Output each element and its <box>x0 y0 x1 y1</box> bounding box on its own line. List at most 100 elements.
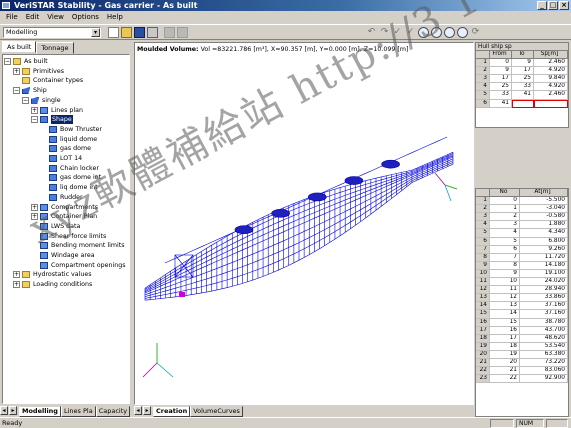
mode-select[interactable]: Modelling ▾ <box>3 27 101 38</box>
expand-icon[interactable]: + <box>31 203 38 211</box>
table-cell[interactable]: 11 <box>490 286 520 295</box>
table-cell[interactable]: 33 <box>512 83 534 92</box>
table-row[interactable]: 14 13 37.160 <box>476 302 568 311</box>
new-document-icon[interactable] <box>108 27 119 38</box>
table-cell[interactable]: 24.020 <box>520 278 568 287</box>
zoom-fit-icon[interactable] <box>457 27 468 38</box>
table-row[interactable]: 8 7 11.720 <box>476 253 568 262</box>
open-folder-icon[interactable] <box>121 27 132 38</box>
tab-modelling[interactable]: Modelling <box>19 406 61 417</box>
table-row[interactable]: 4 3 1.880 <box>476 221 568 230</box>
table-cell[interactable]: 25 <box>490 83 512 92</box>
tree-item[interactable]: Windage area <box>31 251 95 260</box>
close-button[interactable]: × <box>559 1 569 10</box>
table-cell[interactable]: 9 <box>512 59 534 68</box>
tree-item[interactable]: gas dome int <box>40 173 101 182</box>
tree-item[interactable]: liquid dome <box>40 135 97 144</box>
table-row[interactable]: 23 22 92.900 <box>476 375 568 384</box>
tree-item[interactable]: − Ship <box>13 86 47 95</box>
table-cell[interactable]: 17 <box>512 67 534 76</box>
tree-item[interactable]: + Primitives <box>13 67 64 76</box>
table-cell[interactable]: 37.160 <box>520 302 568 311</box>
table-cell[interactable]: 14 <box>490 310 520 319</box>
column-header[interactable]: To <box>512 51 534 60</box>
table-cell[interactable]: 18 <box>490 342 520 351</box>
tree-item[interactable]: + Compartments <box>31 203 98 212</box>
table-row[interactable]: 10 9 19.100 <box>476 269 568 279</box>
table-cell[interactable]: 20 <box>490 358 520 368</box>
table-row[interactable]: 1 0 -5.500 <box>476 197 568 206</box>
table-row[interactable]: 4 25 33 4.920 <box>476 83 568 92</box>
table-cell[interactable]: 4.340 <box>520 229 568 238</box>
column-header[interactable]: No <box>490 189 520 198</box>
table-cell[interactable]: 0 <box>490 197 520 206</box>
table-row[interactable]: 2 1 -3.040 <box>476 205 568 214</box>
table-row[interactable]: 21 20 73.220 <box>476 358 568 368</box>
table-cell[interactable] <box>512 99 534 108</box>
save-icon[interactable] <box>134 27 145 38</box>
table-cell[interactable]: 37.160 <box>520 310 568 319</box>
table-row[interactable]: 2 9 17 4.920 <box>476 67 568 76</box>
print-icon[interactable] <box>147 27 158 38</box>
column-header[interactable] <box>476 189 490 198</box>
menu-view[interactable]: View <box>43 12 68 23</box>
tree-item[interactable]: Chain locker <box>40 164 99 173</box>
table-cell[interactable]: 19 <box>490 350 520 359</box>
table-cell[interactable]: 9.840 <box>534 75 568 84</box>
table-row[interactable]: 3 17 25 9.840 <box>476 75 568 84</box>
table-cell[interactable]: 73.220 <box>520 358 568 368</box>
table-cell[interactable]: 19.100 <box>520 269 568 279</box>
check-icon[interactable]: ✓ <box>392 27 403 38</box>
rotate-icon[interactable]: ⟳ <box>470 27 481 38</box>
collapse-icon[interactable]: − <box>22 96 29 104</box>
zoom-in-icon[interactable] <box>418 27 429 38</box>
table-row[interactable]: 6 5 6.800 <box>476 237 568 246</box>
table-cell[interactable]: 48.620 <box>520 334 568 343</box>
table-cell[interactable]: 41 <box>512 91 534 100</box>
table-row[interactable]: 18 17 48.620 <box>476 334 568 343</box>
table-cell[interactable]: 63.380 <box>520 350 568 359</box>
table-row[interactable]: 22 21 83.060 <box>476 367 568 376</box>
zoom-out-icon[interactable] <box>431 27 442 38</box>
column-header[interactable] <box>476 51 490 60</box>
copy-icon[interactable] <box>164 27 175 38</box>
tree-item[interactable]: gas dome <box>40 144 91 153</box>
table-cell[interactable]: 22 <box>490 375 520 384</box>
table-cell[interactable]: 1.880 <box>520 221 568 230</box>
table-cell[interactable]: 2.460 <box>534 59 568 68</box>
table-row[interactable]: 15 14 37.160 <box>476 310 568 319</box>
table-row[interactable]: 11 10 24.020 <box>476 278 568 287</box>
menu-options[interactable]: Options <box>68 12 103 23</box>
collapse-icon[interactable]: − <box>4 58 11 65</box>
table-cell[interactable]: 11.720 <box>520 253 568 262</box>
tab-as-built[interactable]: As built <box>2 41 37 53</box>
table-cell[interactable]: 3 <box>490 221 520 230</box>
table-cell[interactable]: 12 <box>490 294 520 303</box>
table-cell[interactable]: 15 <box>490 318 520 327</box>
tree-item[interactable]: LWS data <box>31 222 80 231</box>
table-row[interactable]: 1 0 9 2.460 <box>476 59 568 68</box>
collapse-icon[interactable]: − <box>13 87 20 95</box>
tree-item[interactable]: Shear force limits <box>31 232 106 241</box>
table-cell[interactable]: 83.060 <box>520 367 568 376</box>
tab-tonnage[interactable]: Tonnage <box>36 42 74 54</box>
undo-icon[interactable]: ↶ <box>366 27 377 38</box>
tab-capacity[interactable]: Capacity <box>95 406 131 417</box>
tree-item[interactable]: + Hydrostatic values <box>13 270 92 279</box>
table-cell[interactable]: 4.920 <box>534 83 568 92</box>
expand-icon[interactable]: + <box>13 67 20 75</box>
expand-icon[interactable]: + <box>13 271 20 279</box>
tree-item[interactable]: Compartment openings <box>31 261 126 270</box>
table-cell[interactable]: 9 <box>490 269 520 279</box>
table-cell[interactable]: 6 <box>490 245 520 254</box>
table-cell[interactable]: 4.920 <box>534 67 568 76</box>
tab-creation[interactable]: Creation <box>153 406 191 417</box>
tree-item[interactable]: − As built <box>4 57 48 66</box>
column-header[interactable]: From <box>490 51 512 60</box>
table-cell[interactable]: 17 <box>490 75 512 84</box>
chevron-down-icon[interactable]: ▾ <box>91 28 100 37</box>
tree-item[interactable]: − single <box>22 96 61 105</box>
table-cell[interactable]: 1 <box>490 205 520 214</box>
collapse-icon[interactable]: − <box>31 116 38 124</box>
tree-item[interactable]: Rudder <box>40 193 83 202</box>
